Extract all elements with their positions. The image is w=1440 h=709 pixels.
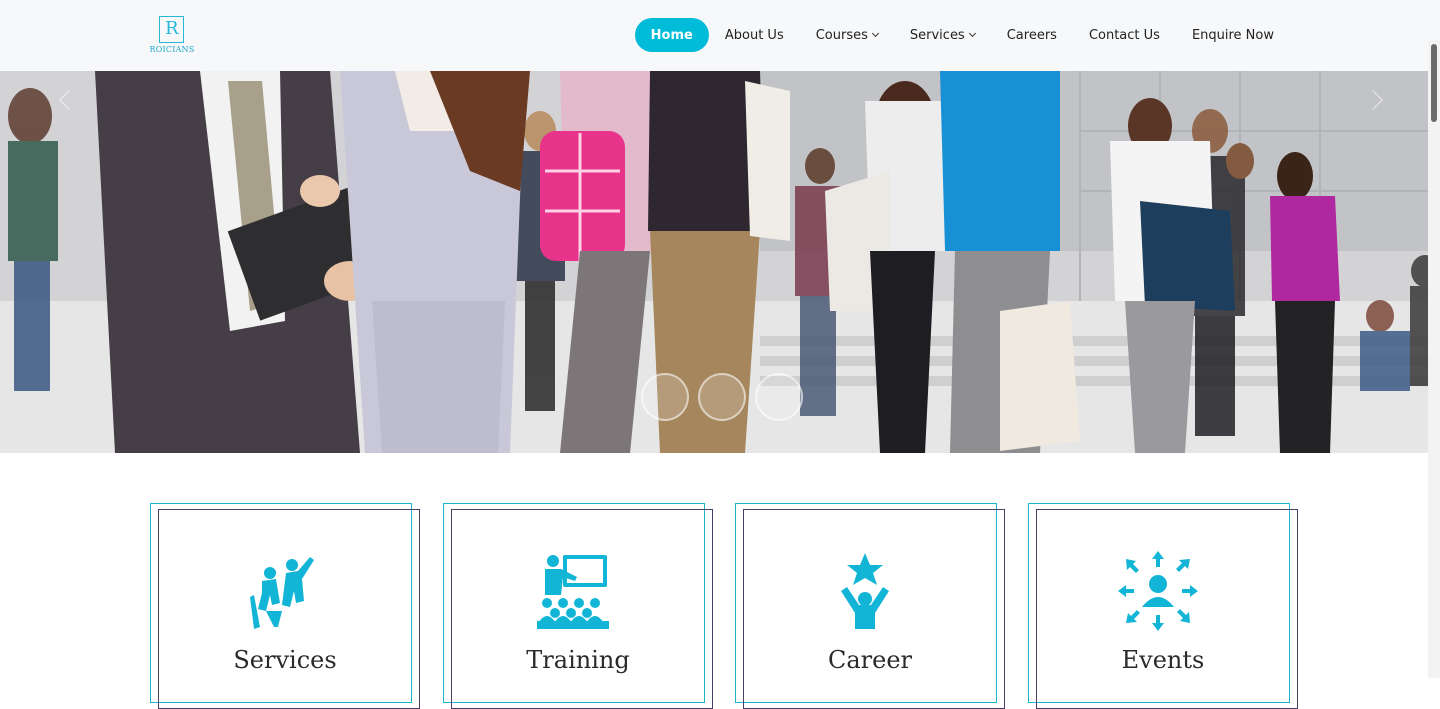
card-title: Events xyxy=(1121,646,1205,674)
nav-label: Enquire Now xyxy=(1191,27,1274,43)
card-title: Training xyxy=(526,646,630,674)
nav-label: Home xyxy=(650,27,693,43)
scrollbar-thumb[interactable] xyxy=(1431,44,1437,122)
chevron-down-icon xyxy=(871,29,879,37)
classroom-training-icon xyxy=(537,555,609,629)
network-events-icon xyxy=(1118,551,1198,631)
career-star-icon xyxy=(841,553,889,629)
nav-item-services[interactable]: Services xyxy=(894,18,991,52)
slider-pagination xyxy=(641,373,803,421)
card-career[interactable]: Career xyxy=(735,503,1005,709)
page-scrollbar[interactable] xyxy=(1428,40,1440,678)
nav-item-about-us[interactable]: About Us xyxy=(709,18,800,52)
brand-logo[interactable]: R ROICIANS xyxy=(148,16,196,58)
logo-text: ROICIANS xyxy=(149,45,195,54)
card-training[interactable]: Training xyxy=(443,503,713,709)
card-events[interactable]: Events xyxy=(1028,503,1298,709)
slider-dot[interactable] xyxy=(698,373,746,421)
card-title: Career xyxy=(827,646,913,674)
nav-label: Contact Us xyxy=(1088,27,1160,43)
card-title: Services xyxy=(233,646,337,674)
nav-item-home[interactable]: Home xyxy=(634,18,709,52)
slider-dot[interactable] xyxy=(641,373,689,421)
main-nav: Home About Us Courses Services Careers C… xyxy=(634,18,1290,52)
nav-label: About Us xyxy=(724,27,784,43)
chevron-down-icon xyxy=(968,29,976,37)
hero-slider xyxy=(0,71,1440,453)
nav-item-contact-us[interactable]: Contact Us xyxy=(1073,18,1176,52)
card-services[interactable]: Services xyxy=(150,503,420,709)
nav-label: Courses xyxy=(815,27,868,43)
slider-dot[interactable] xyxy=(755,373,803,421)
nav-item-careers[interactable]: Careers xyxy=(991,18,1073,52)
team-presentation-icon xyxy=(250,557,314,629)
logo-mark: R xyxy=(159,16,184,43)
nav-label: Careers xyxy=(1006,27,1057,43)
nav-item-enquire-now[interactable]: Enquire Now xyxy=(1176,18,1290,52)
nav-label: Services xyxy=(909,27,965,43)
logo-letter: R xyxy=(165,18,179,39)
nav-item-courses[interactable]: Courses xyxy=(800,18,894,52)
top-navbar: R ROICIANS Home About Us Courses Service… xyxy=(0,0,1440,71)
